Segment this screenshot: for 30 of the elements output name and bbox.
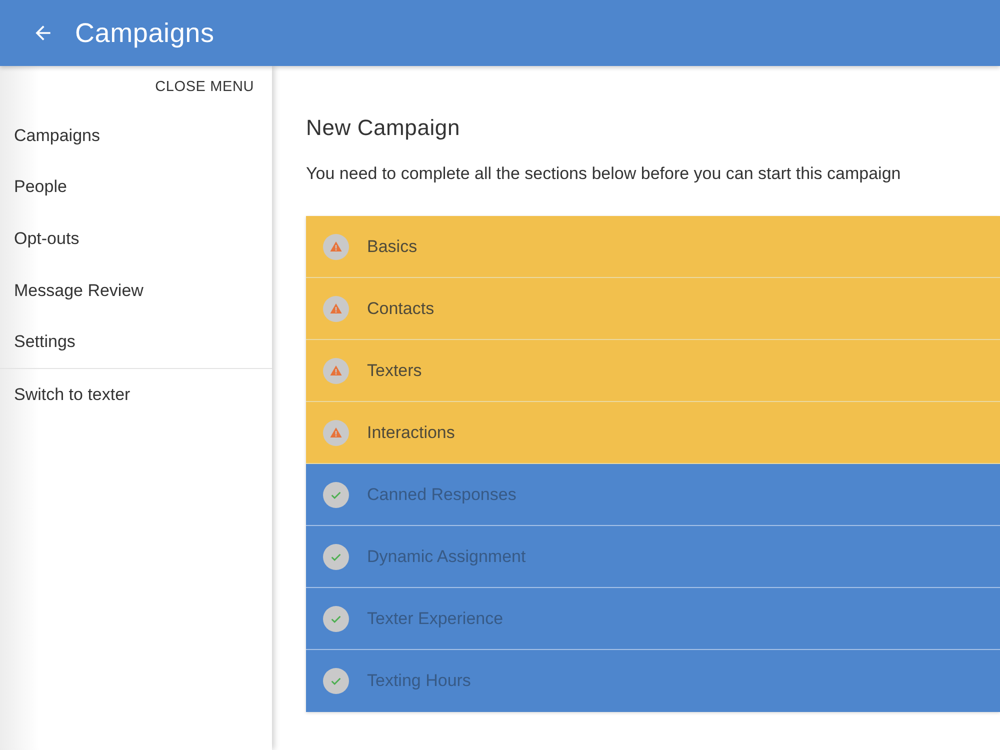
section-label: Dynamic Assignment bbox=[367, 546, 526, 566]
sidebar-item[interactable]: People bbox=[0, 162, 272, 214]
warning-icon bbox=[323, 420, 349, 446]
check-icon bbox=[323, 482, 349, 508]
header-title: Campaigns bbox=[75, 18, 214, 48]
check-icon bbox=[323, 544, 349, 570]
warning-icon bbox=[323, 296, 349, 322]
sidebar-item[interactable]: Message Review bbox=[0, 264, 272, 316]
section-label: Texters bbox=[367, 360, 422, 380]
sidebar-item[interactable]: Campaigns bbox=[0, 110, 272, 162]
section-label: Basics bbox=[367, 236, 418, 256]
section-row[interactable]: Basics bbox=[306, 216, 1000, 278]
check-icon bbox=[323, 606, 349, 632]
page-title: New Campaign bbox=[306, 114, 462, 142]
section-row[interactable]: Interactions bbox=[306, 402, 1000, 464]
section-label: Contacts bbox=[367, 298, 434, 318]
warning-icon bbox=[323, 234, 349, 260]
instructions-text: You need to complete all the sections below before you can start this campaign bbox=[306, 163, 902, 185]
check-icon bbox=[323, 668, 349, 694]
close-menu-button[interactable]: CLOSE MENU bbox=[147, 69, 262, 105]
warning-icon bbox=[323, 358, 349, 384]
section-label: Canned Responses bbox=[367, 484, 516, 504]
section-label: Texting Hours bbox=[367, 671, 471, 691]
sidebar-item[interactable]: Opt-outs bbox=[0, 213, 272, 265]
section-row[interactable]: Contacts bbox=[306, 278, 1000, 340]
section-row[interactable]: Texters bbox=[306, 340, 1000, 402]
sidebar-item[interactable]: Switch to texter bbox=[0, 368, 272, 421]
sidebar-item[interactable]: Settings bbox=[0, 316, 272, 368]
section-label: Texter Experience bbox=[367, 608, 504, 628]
section-label: Interactions bbox=[367, 422, 455, 442]
